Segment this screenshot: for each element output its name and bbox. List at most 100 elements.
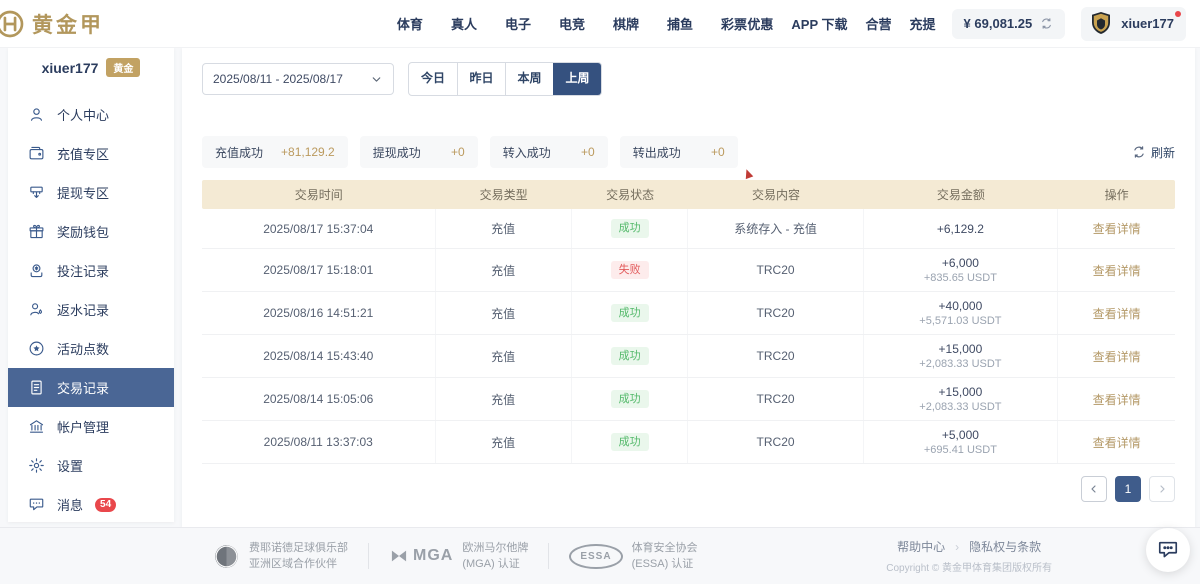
stat-value: +0 (581, 145, 595, 159)
refresh-label: 刷新 (1151, 144, 1175, 161)
quick-link-deposit-withdraw[interactable]: 充提 (910, 14, 936, 33)
refresh-icon (1132, 145, 1146, 159)
footer-link-help-center[interactable]: 帮助中心 (897, 538, 945, 555)
prev-page-button[interactable] (1081, 476, 1107, 502)
sidebar-item-account-management[interactable]: 帐户管理 (8, 407, 174, 446)
quick-link-promotions[interactable]: 优惠 (747, 14, 773, 33)
table-header-row: 交易时间交易类型交易状态交易内容交易金额操作 (202, 180, 1175, 209)
view-details-link[interactable]: 查看详情 (1093, 220, 1141, 237)
summary-pills: 充值成功+81,129.2提现成功+0转入成功+0转出成功+0 (202, 136, 738, 168)
sidebar-item-messages[interactable]: 消息54 (8, 485, 174, 524)
nav-item-live-casino[interactable]: 真人 (451, 14, 477, 33)
amount-value: +40,000 (939, 299, 983, 313)
nav-item-fishing[interactable]: 捕鱼 (667, 14, 693, 33)
cert-line1: 体育安全协会 (632, 540, 698, 557)
topbar-right: 优惠 APP 下载合营充提 ¥ 69,081.25 xiuer177 (747, 7, 1186, 41)
cell-time: 2025/08/16 14:51:21 (202, 292, 436, 334)
current-page-button[interactable]: 1 (1115, 476, 1141, 502)
mga-logo-text: MGA (413, 544, 453, 568)
cell-type: 充值 (436, 209, 572, 248)
cell-status: 成功 (572, 421, 689, 463)
tab-today[interactable]: 今日 (409, 63, 457, 95)
cell-content: 系统存入 - 充值 (688, 209, 863, 248)
cell-time: 2025/08/17 15:37:04 (202, 209, 436, 248)
sidebar-item-reward-wallet[interactable]: 奖励钱包 (8, 212, 174, 251)
cell-type: 充值 (436, 421, 572, 463)
cert-mga: MGA 欧洲马尔他牌(MGA) 认证 (389, 540, 528, 573)
sidebar-item-transaction-records[interactable]: 交易记录 (8, 368, 174, 407)
quick-link-app-download[interactable]: APP 下载 (791, 14, 847, 33)
cell-type: 充值 (436, 335, 572, 377)
nav-item-lottery[interactable]: 彩票 (721, 14, 747, 33)
view-details-link[interactable]: 查看详情 (1093, 305, 1141, 322)
sidebar-item-bet-records[interactable]: 投注记录 (8, 251, 174, 290)
chat-bubble-icon (1157, 539, 1179, 561)
sidebar: xiuer177 黄金 个人中心充值专区提现专区奖励钱包投注记录返水记录活动点数… (8, 48, 174, 522)
amount-value: +15,000 (939, 342, 983, 356)
status-badge: 成功 (611, 347, 649, 365)
copyright-text: Copyright © 黄金甲体育集团版权所有 (886, 559, 1052, 574)
amount-usdt: +835.65 USDT (924, 272, 997, 284)
cell-amount: +15,000 +2,083.33 USDT (864, 335, 1059, 377)
footer-link-privacy-terms[interactable]: 隐私权与条款 (969, 538, 1041, 555)
stat-label: 充值成功 (215, 144, 263, 161)
content-area: xiuer177 黄金 个人中心充值专区提现专区奖励钱包投注记录返水记录活动点数… (0, 48, 1200, 527)
cert-line2: 亚洲区域合作伙伴 (249, 556, 348, 573)
quick-links: 优惠 APP 下载合营充提 (747, 14, 935, 33)
cell-content: TRC20 (688, 421, 863, 463)
table-row: 2025/08/16 14:51:21充值成功TRC20+40,000+5,57… (202, 292, 1175, 335)
user-avatar-shield-icon (1089, 11, 1113, 37)
cert-text: 欧洲马尔他牌(MGA) 认证 (462, 540, 528, 573)
cell-status: 成功 (572, 378, 689, 420)
nav-item-esports[interactable]: 电竞 (559, 14, 585, 33)
chevron-left-icon (1088, 483, 1100, 495)
date-range-picker[interactable]: 2025/08/11 - 2025/08/17 (202, 63, 394, 95)
brand-logo[interactable]: 黄金甲 (0, 8, 104, 40)
tab-yesterday[interactable]: 昨日 (457, 63, 505, 95)
view-details-link[interactable]: 查看详情 (1093, 262, 1141, 279)
refresh-balance-icon[interactable] (1040, 17, 1053, 30)
rebate-icon (28, 301, 45, 318)
sidebar-item-rebate-records[interactable]: 返水记录 (8, 290, 174, 329)
sidebar-item-label: 投注记录 (57, 261, 109, 280)
refresh-button[interactable]: 刷新 (1132, 144, 1175, 161)
amount-usdt: +2,083.33 USDT (919, 401, 1001, 413)
cell-action: 查看详情 (1058, 421, 1175, 463)
cell-time: 2025/08/17 15:18:01 (202, 249, 436, 291)
sidebar-item-withdraw-zone[interactable]: 提现专区 (8, 173, 174, 212)
view-details-link[interactable]: 查看详情 (1093, 348, 1141, 365)
cell-type: 充值 (436, 292, 572, 334)
sidebar-item-deposit-zone[interactable]: 充值专区 (8, 134, 174, 173)
table-row: 2025/08/17 15:18:01充值失败TRC20+6,000+835.6… (202, 249, 1175, 292)
stat-value: +81,129.2 (281, 145, 335, 159)
sidebar-item-activity-points[interactable]: 活动点数 (8, 329, 174, 368)
cell-status: 失败 (572, 249, 689, 291)
column-header: 交易类型 (436, 186, 572, 203)
cert-text: 体育安全协会(ESSA) 认证 (632, 540, 698, 573)
cell-amount: +15,000 +2,083.33 USDT (864, 378, 1059, 420)
balance-pill[interactable]: ¥ 69,081.25 (952, 9, 1066, 39)
quick-link-partnership[interactable]: 合营 (866, 14, 892, 33)
tab-last-week[interactable]: 上周 (553, 63, 601, 95)
footer-links: 帮助中心›隐私权与条款 (886, 538, 1052, 555)
status-badge: 成功 (611, 304, 649, 322)
next-page-button[interactable] (1149, 476, 1175, 502)
nav-item-card-games[interactable]: 棋牌 (613, 14, 639, 33)
amount-value: +15,000 (939, 385, 983, 399)
sidebar-username: xiuer177 (42, 60, 99, 76)
amount-usdt: +2,083.33 USDT (919, 358, 1001, 370)
sidebar-item-label: 奖励钱包 (57, 222, 109, 241)
nav-item-sports[interactable]: 体育 (397, 14, 423, 33)
table-row: 2025/08/11 13:37:03充值成功TRC20+5,000+695.4… (202, 421, 1175, 464)
nav-item-slots[interactable]: 电子 (505, 14, 531, 33)
sidebar-item-personal-center[interactable]: 个人中心 (8, 95, 174, 134)
view-details-link[interactable]: 查看详情 (1093, 391, 1141, 408)
stat-transfer-out-success: 转出成功+0 (620, 136, 738, 168)
stat-label: 转入成功 (503, 144, 551, 161)
user-menu[interactable]: xiuer177 (1081, 7, 1186, 41)
tab-this-week[interactable]: 本周 (505, 63, 553, 95)
sidebar-item-settings[interactable]: 设置 (8, 446, 174, 485)
mga-logo-icon: MGA (389, 544, 453, 568)
customer-service-button[interactable] (1146, 528, 1190, 572)
view-details-link[interactable]: 查看详情 (1093, 434, 1141, 451)
